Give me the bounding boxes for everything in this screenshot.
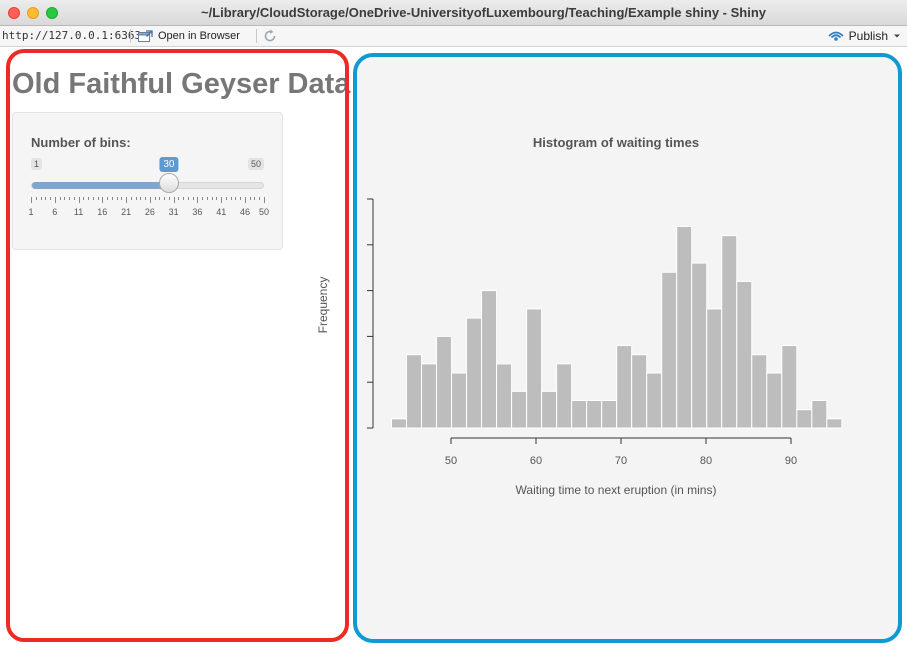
histogram-bar bbox=[751, 354, 768, 429]
histogram-bar bbox=[646, 372, 663, 429]
histogram-bar bbox=[706, 308, 723, 429]
histogram-bar bbox=[616, 345, 633, 429]
histogram-bar bbox=[541, 390, 558, 429]
histogram-bar bbox=[406, 354, 423, 429]
x-tick-label: 50 bbox=[445, 455, 457, 467]
x-tick-label: 90 bbox=[785, 455, 797, 467]
histogram-bar bbox=[826, 418, 843, 429]
y-axis-label: Frequency bbox=[316, 277, 330, 334]
histogram-bar bbox=[766, 372, 783, 429]
histogram-bar bbox=[421, 363, 438, 429]
histogram-bar bbox=[631, 354, 648, 429]
histogram-bar bbox=[556, 363, 573, 429]
histogram-bar bbox=[601, 400, 618, 429]
histogram-bar bbox=[796, 409, 813, 429]
histogram-bar bbox=[736, 280, 753, 429]
histogram-bar bbox=[781, 345, 798, 429]
histogram-bar bbox=[721, 235, 738, 429]
histogram-bar bbox=[526, 308, 543, 429]
histogram-bar bbox=[391, 418, 408, 429]
chart-title: Histogram of waiting times bbox=[533, 135, 699, 150]
histogram-bar bbox=[481, 290, 498, 429]
histogram-bar bbox=[571, 400, 588, 429]
histogram-plot: Histogram of waiting times Waiting time … bbox=[316, 135, 843, 497]
histogram-bar bbox=[811, 400, 828, 429]
histogram-bar bbox=[451, 372, 468, 429]
histogram-bar bbox=[586, 400, 603, 429]
histogram-bar bbox=[436, 335, 453, 429]
histogram-bar bbox=[691, 262, 708, 429]
histogram-bar bbox=[661, 271, 678, 429]
x-tick-label: 60 bbox=[530, 455, 542, 467]
histogram-bars bbox=[391, 225, 843, 429]
histogram-bar bbox=[511, 390, 528, 429]
histogram-bar bbox=[496, 363, 513, 429]
histogram-bar bbox=[676, 225, 693, 429]
x-tick-label: 80 bbox=[700, 455, 712, 467]
x-tick-label: 70 bbox=[615, 455, 627, 467]
x-axis-label: Waiting time to next eruption (in mins) bbox=[516, 483, 717, 497]
histogram-bar bbox=[466, 317, 483, 429]
